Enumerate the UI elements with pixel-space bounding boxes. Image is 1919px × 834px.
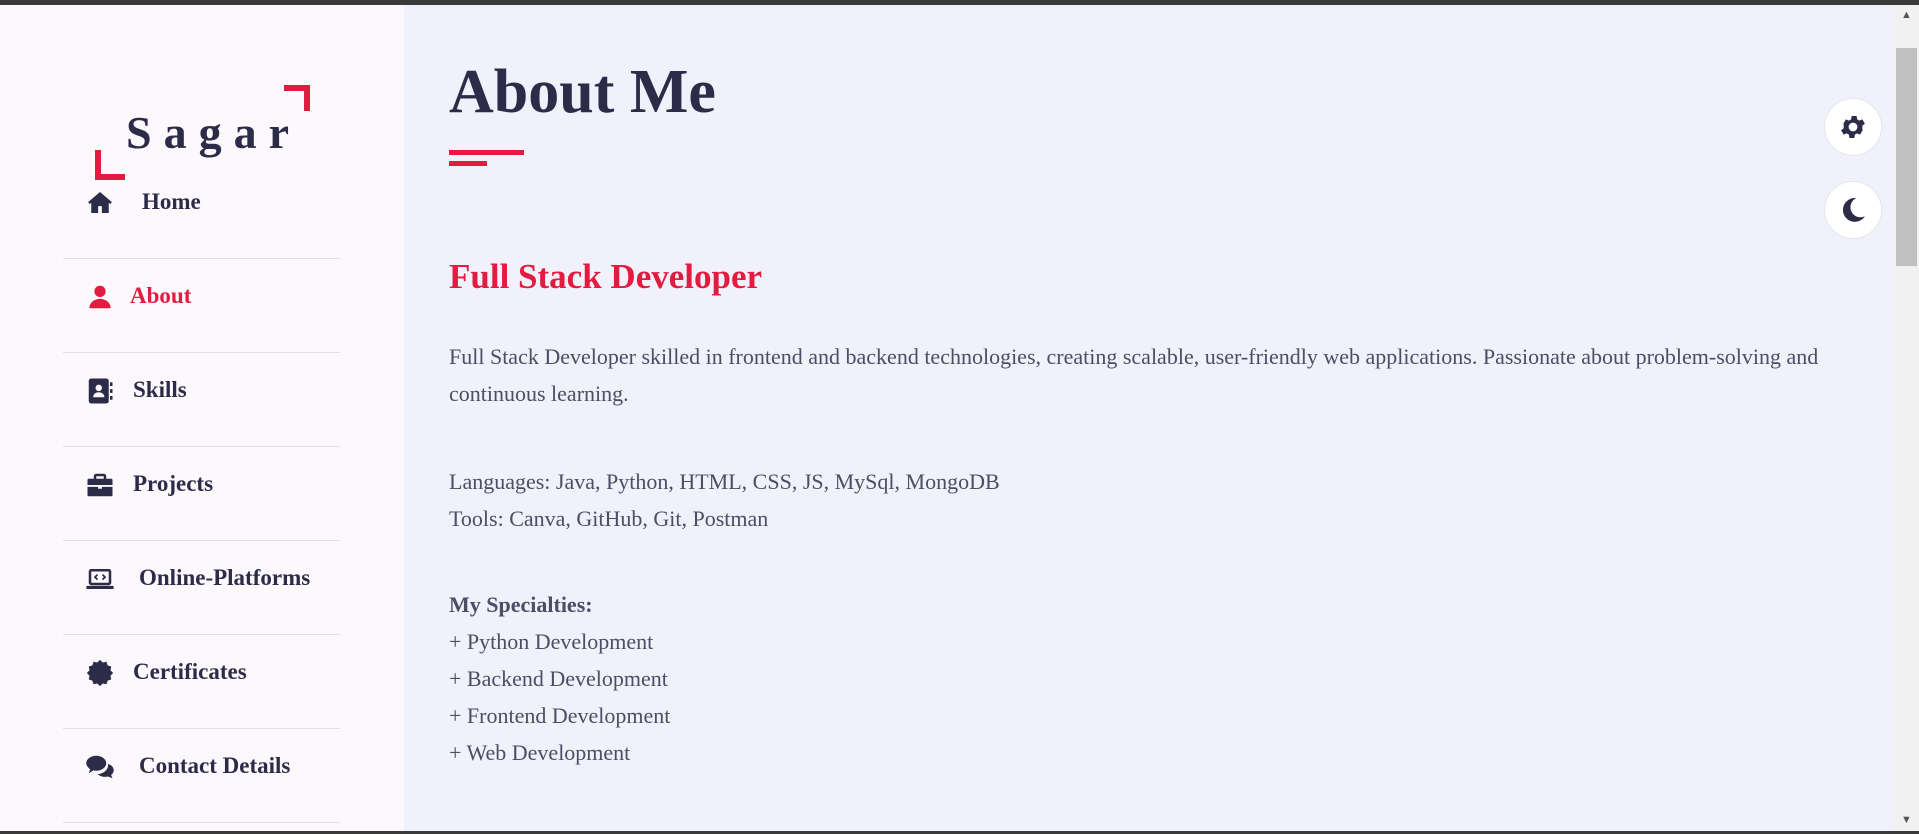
sidebar-item-about[interactable]: About	[63, 259, 340, 353]
sidebar-nav: Home About Skills Projects Online-Platfo…	[63, 165, 340, 823]
page-title: About Me	[449, 58, 716, 126]
tech-list: Languages: Java, Python, HTML, CSS, JS, …	[449, 463, 1000, 537]
laptop-code-icon	[85, 564, 115, 594]
sidebar-item-certificates[interactable]: Certificates	[63, 635, 340, 729]
scrollbar-thumb[interactable]	[1896, 48, 1917, 266]
scroll-down-arrow-icon[interactable]: ▼	[1900, 814, 1913, 827]
specialties-title: My Specialties:	[449, 592, 593, 617]
briefcase-icon	[85, 470, 115, 500]
sidebar-item-label: Certificates	[133, 659, 247, 684]
sidebar-item-label: Skills	[133, 377, 187, 402]
role-subtitle: Full Stack Developer	[449, 257, 763, 296]
tools-text: Tools: Canva, GitHub, Git, Postman	[449, 506, 769, 531]
user-icon	[85, 282, 115, 312]
sidebar-item-home[interactable]: Home	[63, 165, 340, 259]
sidebar-item-skills[interactable]: Skills	[63, 353, 340, 447]
specialties-list: My Specialties: + Python Development + B…	[449, 586, 670, 771]
logo-text: Sagar	[126, 107, 301, 158]
address-book-icon	[85, 376, 115, 406]
list-item: + Frontend Development	[449, 703, 671, 728]
list-item: + Web Development	[449, 740, 631, 765]
moon-icon	[1842, 198, 1865, 222]
sidebar-item-online-platforms[interactable]: Online-Platforms	[63, 541, 340, 635]
scroll-up-arrow-icon[interactable]: ▲	[1900, 9, 1913, 22]
sidebar-item-label: Projects	[133, 471, 214, 496]
gear-icon	[1841, 116, 1865, 138]
comments-icon	[85, 752, 115, 782]
sidebar-item-projects[interactable]: Projects	[63, 447, 340, 541]
certificate-icon	[85, 658, 115, 688]
vertical-scrollbar[interactable]: ▲ ▼	[1894, 5, 1919, 831]
home-icon	[85, 188, 115, 218]
settings-button[interactable]	[1824, 98, 1882, 156]
languages-text: Languages: Java, Python, HTML, CSS, JS, …	[449, 469, 1000, 494]
sidebar-item-label: Contact Details	[139, 753, 291, 778]
title-underline-short	[449, 161, 487, 166]
list-item: + Backend Development	[449, 666, 668, 691]
sidebar-item-label: Home	[142, 189, 201, 214]
theme-toggle-button[interactable]	[1824, 181, 1882, 239]
sidebar-item-contact-details[interactable]: Contact Details	[63, 729, 340, 823]
bio-text: Full Stack Developer skilled in frontend…	[449, 344, 1819, 406]
sidebar: Sagar Home About Skills Projects Online-…	[0, 5, 404, 831]
list-item: + Python Development	[449, 629, 654, 654]
sidebar-item-label: Online-Platforms	[139, 565, 311, 590]
title-underline-long	[449, 150, 524, 155]
sidebar-item-label: About	[130, 283, 192, 308]
